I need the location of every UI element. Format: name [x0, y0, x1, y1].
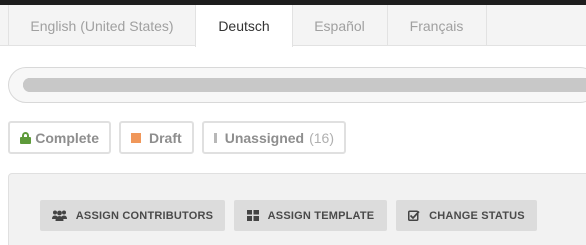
language-tabs: English (United States) Deutsch Español … — [0, 5, 586, 47]
filter-complete-button[interactable]: Complete — [8, 121, 111, 154]
filter-complete-label: Complete — [35, 129, 99, 146]
draft-square-icon — [131, 132, 141, 143]
change-status-button[interactable]: CHANGE STATUS — [396, 200, 537, 231]
assign-contributors-label: ASSIGN CONTRIBUTORS — [75, 209, 214, 222]
tab-deutsch[interactable]: Deutsch — [195, 5, 293, 47]
filter-unassigned-label: Unassigned — [224, 129, 305, 146]
progress-bar — [8, 67, 586, 103]
unassigned-square-icon — [214, 132, 217, 143]
progress-fill — [23, 78, 586, 92]
assign-contributors-button[interactable]: ASSIGN CONTRIBUTORS — [40, 200, 225, 231]
translation-view: English (United States) Deutsch Español … — [0, 0, 586, 245]
filter-unassigned-button[interactable]: Unassigned (16) — [202, 121, 346, 154]
assign-template-button[interactable]: ASSIGN TEMPLATE — [234, 200, 387, 231]
checkbox-icon — [408, 210, 420, 221]
progress-track — [23, 78, 586, 92]
tab-francais[interactable]: Français — [387, 5, 487, 46]
filter-draft-button[interactable]: Draft — [119, 121, 194, 154]
tab-espanol[interactable]: Español — [292, 5, 388, 46]
assign-template-label: ASSIGN TEMPLATE — [267, 209, 375, 222]
users-icon — [51, 210, 67, 221]
unlock-icon — [20, 131, 31, 144]
grid-icon — [246, 210, 259, 221]
filter-draft-label: Draft — [149, 129, 182, 146]
tab-english[interactable]: English (United States) — [8, 5, 196, 46]
unassigned-count: (16) — [309, 129, 334, 146]
change-status-label: CHANGE STATUS — [429, 209, 525, 222]
